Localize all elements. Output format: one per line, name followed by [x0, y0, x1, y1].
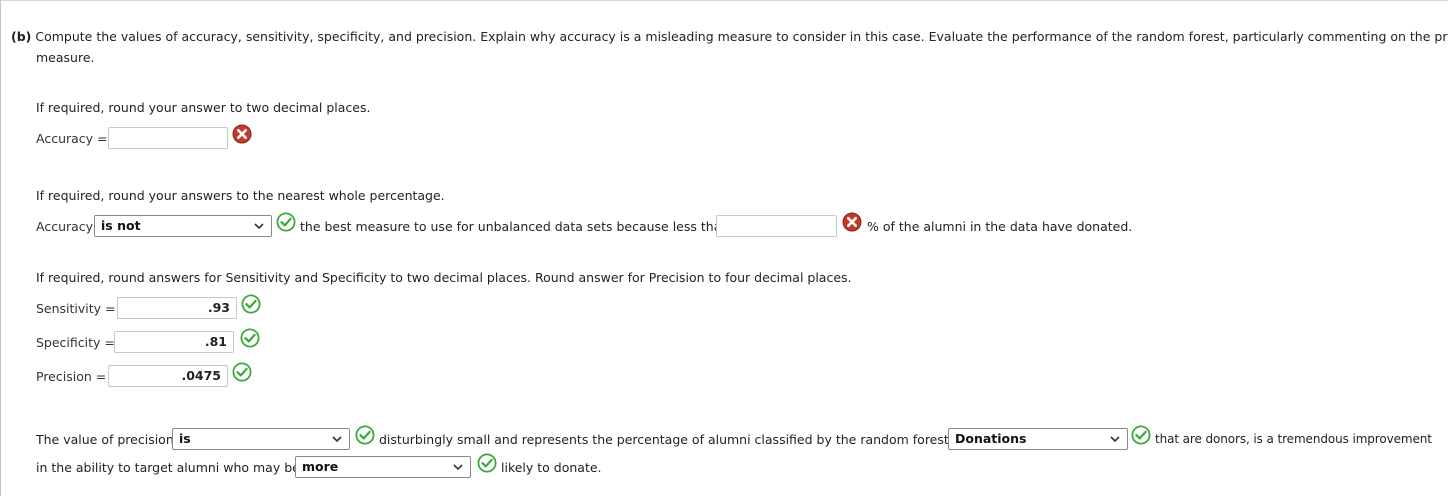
correct-icon [355, 425, 375, 445]
accuracy-explanation-text: the best measure to use for unbalanced d… [300, 219, 730, 234]
classified-as-select[interactable]: Donations [948, 428, 1128, 450]
precision-statement-start: The value of precision [36, 432, 174, 447]
question-line-2: measure. [36, 50, 95, 65]
chevron-down-icon [254, 223, 264, 230]
precision-is-select[interactable]: is [172, 428, 350, 450]
precision-label: Precision = [36, 369, 107, 384]
precision-statement-end: that are donors, is a tremendous improve… [1155, 432, 1432, 446]
select-value: Donations [955, 431, 1027, 446]
percentage-suffix-text: % of the alumni in the data have donated… [867, 219, 1133, 234]
instruction-two-decimals: If required, round your answer to two de… [36, 100, 371, 115]
chevron-down-icon [332, 436, 342, 443]
accuracy-input[interactable] [108, 127, 228, 149]
incorrect-icon [842, 212, 862, 232]
likely-to-donate-text: likely to donate. [501, 460, 602, 475]
sensitivity-input[interactable]: .93 [117, 297, 237, 319]
question-line-1: (b) Compute the values of accuracy, sens… [11, 26, 1448, 47]
correct-icon [1131, 425, 1151, 445]
precision-statement-middle: disturbingly small and represents the pe… [379, 432, 967, 447]
top-border [0, 0, 1448, 1]
instruction-whole-percentage: If required, round your answers to the n… [36, 188, 445, 203]
question-text: Compute the values of accuracy, sensitiv… [35, 29, 1448, 44]
instruction-sensitivity-precision: If required, round answers for Sensitivi… [36, 270, 852, 285]
question-part: (b) [11, 29, 32, 44]
chevron-down-icon [453, 464, 463, 471]
correct-icon [240, 328, 260, 348]
target-alumni-text: in the ability to target alumni who may … [36, 460, 300, 475]
select-value: is not [101, 218, 141, 233]
accuracy-label: Accuracy = [36, 131, 108, 146]
select-value: is [179, 431, 191, 446]
accuracy-measure-select[interactable]: is not [94, 215, 272, 237]
correct-icon [232, 362, 252, 382]
chevron-down-icon [1110, 436, 1120, 443]
specificity-label: Specificity = [36, 335, 115, 350]
sensitivity-label: Sensitivity = [36, 301, 116, 316]
select-value: more [302, 459, 339, 474]
accuracy-label-2: Accuracy [36, 219, 94, 234]
specificity-input[interactable]: .81 [114, 331, 234, 353]
likelihood-select[interactable]: more [295, 456, 471, 478]
incorrect-icon [232, 124, 252, 144]
donor-percentage-input[interactable] [716, 215, 837, 237]
correct-icon [276, 212, 296, 232]
correct-icon [477, 453, 497, 473]
correct-icon [241, 294, 261, 314]
left-border [0, 0, 1, 496]
precision-input[interactable]: .0475 [108, 365, 228, 387]
